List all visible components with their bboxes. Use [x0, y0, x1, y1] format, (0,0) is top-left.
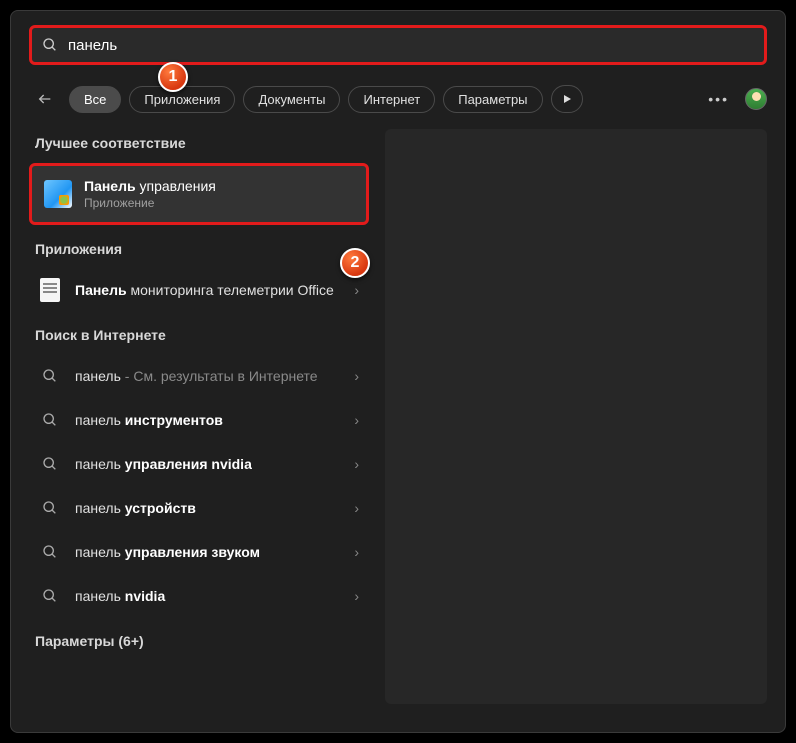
web-result-item[interactable]: панель nvidia ›	[29, 575, 369, 617]
filter-more-arrow[interactable]	[551, 85, 583, 113]
user-avatar[interactable]	[745, 88, 767, 110]
section-apps: Приложения	[29, 227, 369, 267]
chevron-right-icon: ›	[354, 412, 359, 428]
section-web: Поиск в Интернете	[29, 313, 369, 353]
search-icon	[39, 541, 61, 563]
search-window: Все Приложения Документы Интернет Параме…	[10, 10, 786, 733]
search-icon	[39, 453, 61, 475]
search-input[interactable]	[68, 37, 754, 54]
best-match-text: Панель управления Приложение	[84, 178, 216, 210]
web-result-item[interactable]: панель устройств ›	[29, 487, 369, 529]
filter-settings[interactable]: Параметры	[443, 86, 542, 113]
control-panel-icon	[44, 180, 72, 208]
web-result-item[interactable]: панель управления nvidia ›	[29, 443, 369, 485]
content-area: Лучшее соответствие Панель управления Пр…	[11, 121, 785, 722]
annotation-2: 2	[340, 248, 370, 278]
search-icon	[39, 365, 61, 387]
section-settings[interactable]: Параметры (6+)	[29, 619, 369, 659]
search-icon	[42, 37, 58, 53]
section-best-match: Лучшее соответствие	[29, 121, 369, 161]
annotation-1: 1	[158, 62, 188, 92]
web-result-item[interactable]: панель инструментов ›	[29, 399, 369, 441]
preview-pane	[385, 129, 767, 704]
web-result-item[interactable]: панель - См. результаты в Интернете ›	[29, 355, 369, 397]
best-match-item[interactable]: Панель управления Приложение	[29, 163, 369, 225]
results-column: Лучшее соответствие Панель управления Пр…	[29, 121, 369, 704]
search-icon	[39, 497, 61, 519]
app-result-item[interactable]: Панель мониторинга телеметрии Office ›	[29, 269, 369, 311]
chevron-right-icon: ›	[354, 500, 359, 516]
back-button[interactable]	[29, 83, 61, 115]
filter-row: Все Приложения Документы Интернет Параме…	[11, 65, 785, 121]
more-menu[interactable]: •••	[700, 87, 737, 111]
search-bar[interactable]	[29, 25, 767, 65]
document-icon	[39, 279, 61, 301]
filter-docs[interactable]: Документы	[243, 86, 340, 113]
chevron-right-icon: ›	[354, 544, 359, 560]
filter-all[interactable]: Все	[69, 86, 121, 113]
filter-apps[interactable]: Приложения	[129, 86, 235, 113]
chevron-right-icon: ›	[354, 282, 359, 298]
filter-web[interactable]: Интернет	[348, 86, 435, 113]
chevron-right-icon: ›	[354, 588, 359, 604]
search-icon	[39, 409, 61, 431]
web-result-item[interactable]: панель управления звуком ›	[29, 531, 369, 573]
search-icon	[39, 585, 61, 607]
chevron-right-icon: ›	[354, 368, 359, 384]
chevron-right-icon: ›	[354, 456, 359, 472]
